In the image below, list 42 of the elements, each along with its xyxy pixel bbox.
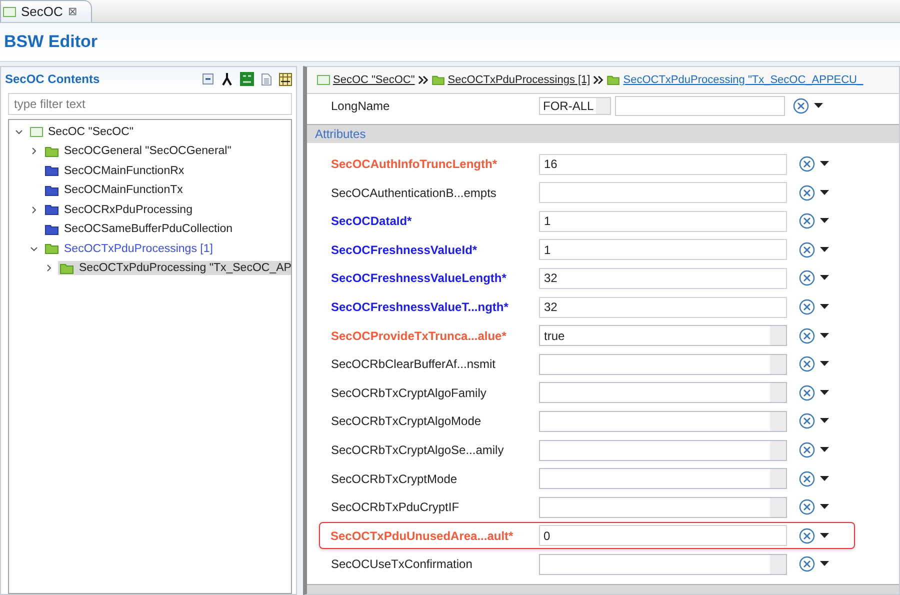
field-label: SecOCRbTxCryptAlgoFamily (331, 386, 488, 400)
field-label: SecOCDataId* (331, 214, 413, 228)
close-icon[interactable]: ⊠ (68, 5, 77, 18)
tree-item[interactable]: SecOCTxPduProcessings [1] (43, 242, 215, 256)
filter-field[interactable]: type filter text (8, 93, 292, 115)
field-label: SecOCRbTxPduCryptIF (331, 500, 460, 514)
breadcrumb-link[interactable]: SecOCTxPduProcessing "Tx_SecOC_APPECU_ (623, 74, 864, 86)
field-label: LongName (331, 99, 391, 113)
text-field[interactable]: 32 (539, 268, 787, 289)
text-field[interactable]: 1 (539, 239, 787, 260)
field-label: SecOCAuthenticationB...empts (331, 186, 498, 200)
language-field[interactable]: FOR-ALL (539, 97, 611, 115)
field-label: SecOCRbClearBufferAf...nsmit (331, 357, 497, 372)
field-label: SecOCFreshnessValueLength* (331, 271, 508, 286)
tab-title: SecOC (21, 4, 63, 19)
text-field[interactable]: 0 (538, 525, 786, 546)
text-field[interactable]: 16 (539, 154, 787, 175)
tree-item[interactable]: SecOCTxPduProcessing "Tx_SecOC_AP (58, 261, 291, 276)
editor-tab[interactable]: SecOC ⊠ (0, 0, 92, 22)
breadcrumb-link[interactable]: SecOCTxPduProcessings [1] (448, 74, 590, 86)
tree-item[interactable]: SecOCMainFunctionRx (43, 164, 186, 178)
panel-title: SecOC Contents (5, 72, 100, 86)
tree-item[interactable]: SecOCRxPduProcessing (43, 202, 194, 217)
field-label: SecOCFreshnessValueT...ngth* (331, 300, 510, 314)
field-label: SecOCRbTxCryptAlgoMode (331, 414, 482, 428)
tree-item[interactable]: SecOCGeneral "SecOCGeneral" (43, 144, 234, 158)
field-label: SecOCRbTxCryptAlgoSe...amily (331, 443, 505, 458)
tree-item[interactable]: SecOCMainFunctionTx (43, 183, 185, 198)
section-title: Attributes (315, 126, 366, 141)
text-field[interactable]: 32 (539, 296, 787, 318)
combo-field[interactable]: true (539, 325, 787, 346)
editor-title: BSW Editor (4, 32, 98, 52)
text-field[interactable]: 1 (539, 210, 787, 232)
field-label: SecOCAuthInfoTruncLength* (331, 157, 498, 172)
field-label: SecOCFreshnessValueId* (331, 242, 478, 257)
tree-item[interactable]: SecOC "SecOC" (28, 124, 136, 139)
field-label: SecOCUseTxConfirmation (331, 557, 474, 572)
field-label: SecOCProvideTxTrunca...alue* (331, 328, 508, 343)
field-label: SecOCTxPduUnusedArea...ault* (330, 528, 514, 543)
tree-item[interactable]: SecOCSameBufferPduCollection (43, 222, 235, 236)
field-label: SecOCRbTxCryptMode (331, 472, 458, 486)
breadcrumb-link[interactable]: SecOC "SecOC" (333, 74, 415, 86)
